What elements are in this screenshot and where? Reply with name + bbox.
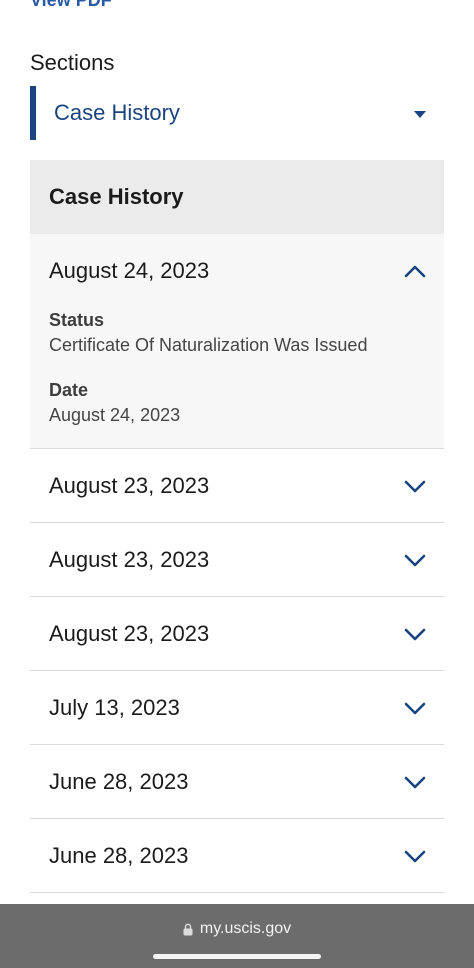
- history-item: August 23, 2023: [30, 449, 444, 523]
- sections-selected-value: Case History: [54, 100, 180, 125]
- status-value: Certificate Of Naturalization Was Issued: [49, 335, 368, 355]
- sections-dropdown[interactable]: Case History: [30, 86, 444, 140]
- history-item: July 13, 2023: [30, 671, 444, 745]
- url-display[interactable]: my.uscis.gov: [0, 920, 474, 938]
- chevron-down-icon: [404, 850, 426, 862]
- sections-label: Sections: [30, 50, 115, 75]
- home-indicator[interactable]: [153, 954, 321, 959]
- history-item-date: June 28, 2023: [49, 768, 189, 794]
- date-value: August 24, 2023: [49, 405, 181, 425]
- history-item-date: August 23, 2023: [49, 546, 210, 572]
- url-text: my.uscis.gov: [199, 920, 292, 937]
- history-item-toggle[interactable]: August 24, 2023: [30, 234, 444, 308]
- chevron-down-icon: [404, 480, 426, 492]
- history-item: August 23, 2023: [30, 597, 444, 671]
- lock-icon: [183, 923, 193, 935]
- history-item-toggle[interactable]: June 28, 2023: [30, 819, 444, 892]
- history-item-date: August 24, 2023: [49, 258, 210, 283]
- status-label: Status: [49, 310, 105, 330]
- chevron-up-icon: [404, 265, 426, 278]
- chevron-down-icon: [404, 702, 426, 714]
- case-history-title: Case History: [30, 160, 444, 234]
- history-item-toggle[interactable]: August 23, 2023: [30, 449, 444, 522]
- date-label: Date: [49, 380, 89, 400]
- history-item-date: June 28, 2023: [49, 842, 189, 868]
- browser-address-bar[interactable]: my.uscis.gov: [0, 904, 474, 968]
- chevron-down-icon: [404, 628, 426, 640]
- history-item: August 23, 2023: [30, 523, 444, 597]
- history-item-date: July 13, 2023: [49, 694, 180, 720]
- case-history-panel: Case History August 24, 2023 Status Cert…: [30, 160, 444, 893]
- history-item-toggle[interactable]: August 23, 2023: [30, 523, 444, 596]
- history-item: August 24, 2023 Status Certificate Of Na…: [30, 234, 444, 449]
- view-pdf-link[interactable]: View PDF: [30, 0, 112, 11]
- chevron-down-icon: [404, 554, 426, 566]
- history-item: June 28, 2023: [30, 819, 444, 893]
- history-item-date: August 23, 2023: [49, 472, 210, 498]
- history-item-toggle[interactable]: August 23, 2023: [30, 597, 444, 670]
- history-item-details: Status Certificate Of Naturalization Was…: [30, 310, 444, 448]
- history-item-date: August 23, 2023: [49, 620, 210, 646]
- history-item-toggle[interactable]: June 28, 2023: [30, 745, 444, 818]
- caret-down-icon: [414, 111, 426, 118]
- history-item-toggle[interactable]: July 13, 2023: [30, 671, 444, 744]
- history-item: June 28, 2023: [30, 745, 444, 819]
- chevron-down-icon: [404, 776, 426, 788]
